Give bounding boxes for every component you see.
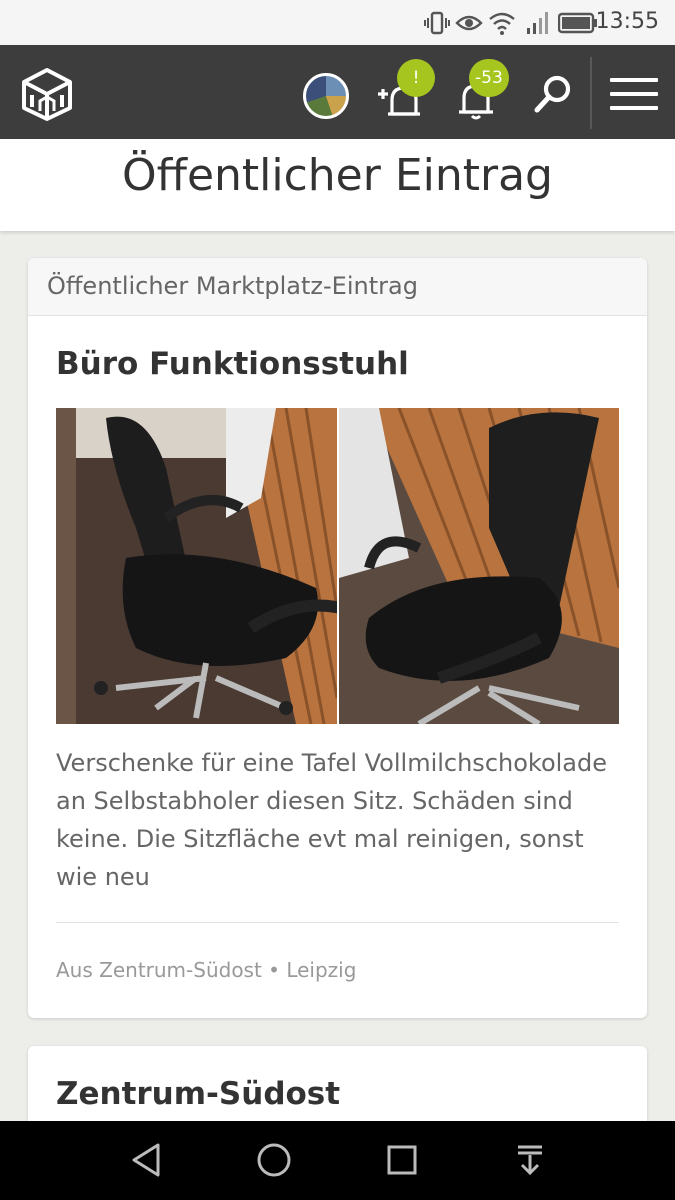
system-nav-bar — [0, 1121, 675, 1200]
listing-title: Büro Funktionsstuhl — [56, 346, 409, 382]
listing-description: Verschenke für eine Tafel Vollmilchschok… — [56, 749, 608, 891]
listing-photos — [56, 408, 619, 724]
add-badge: ! — [397, 59, 435, 97]
back-icon[interactable] — [128, 1141, 164, 1179]
listing-card: Öffentlicher Marktplatz-Eintrag Büro Fun… — [28, 258, 647, 1018]
home-icon[interactable] — [255, 1141, 293, 1179]
page-title: Öffentlicher Eintrag — [122, 150, 553, 201]
wifi-icon — [489, 12, 515, 35]
listing-location: Aus Zentrum-Südost • Leipzig — [56, 958, 357, 982]
vibrate-icon — [424, 11, 450, 35]
app-header: ! -53 — [0, 45, 675, 139]
header-divider — [590, 57, 592, 129]
battery-icon — [558, 12, 597, 34]
search-icon[interactable] — [532, 73, 574, 115]
cube-house-logo[interactable] — [20, 67, 74, 121]
listing-photo-2[interactable] — [338, 408, 620, 724]
page-title-bar: Öffentlicher Eintrag — [0, 139, 675, 231]
notification-badge: -53 — [469, 59, 509, 97]
neighborhood-title[interactable]: Zentrum-Südost — [56, 1076, 340, 1112]
notification-pulldown-icon[interactable] — [512, 1141, 548, 1179]
hamburger-menu-icon[interactable] — [610, 78, 658, 110]
listing-photo-1[interactable] — [56, 408, 337, 724]
divider — [56, 922, 619, 923]
card-header: Öffentlicher Marktplatz-Eintrag — [28, 258, 647, 316]
status-bar: 13:55 — [0, 0, 675, 45]
signal-icon — [527, 12, 548, 34]
recents-icon[interactable] — [384, 1141, 420, 1179]
avatar[interactable] — [303, 73, 349, 119]
eye-icon — [455, 15, 483, 31]
clock: 13:55 — [595, 9, 659, 34]
